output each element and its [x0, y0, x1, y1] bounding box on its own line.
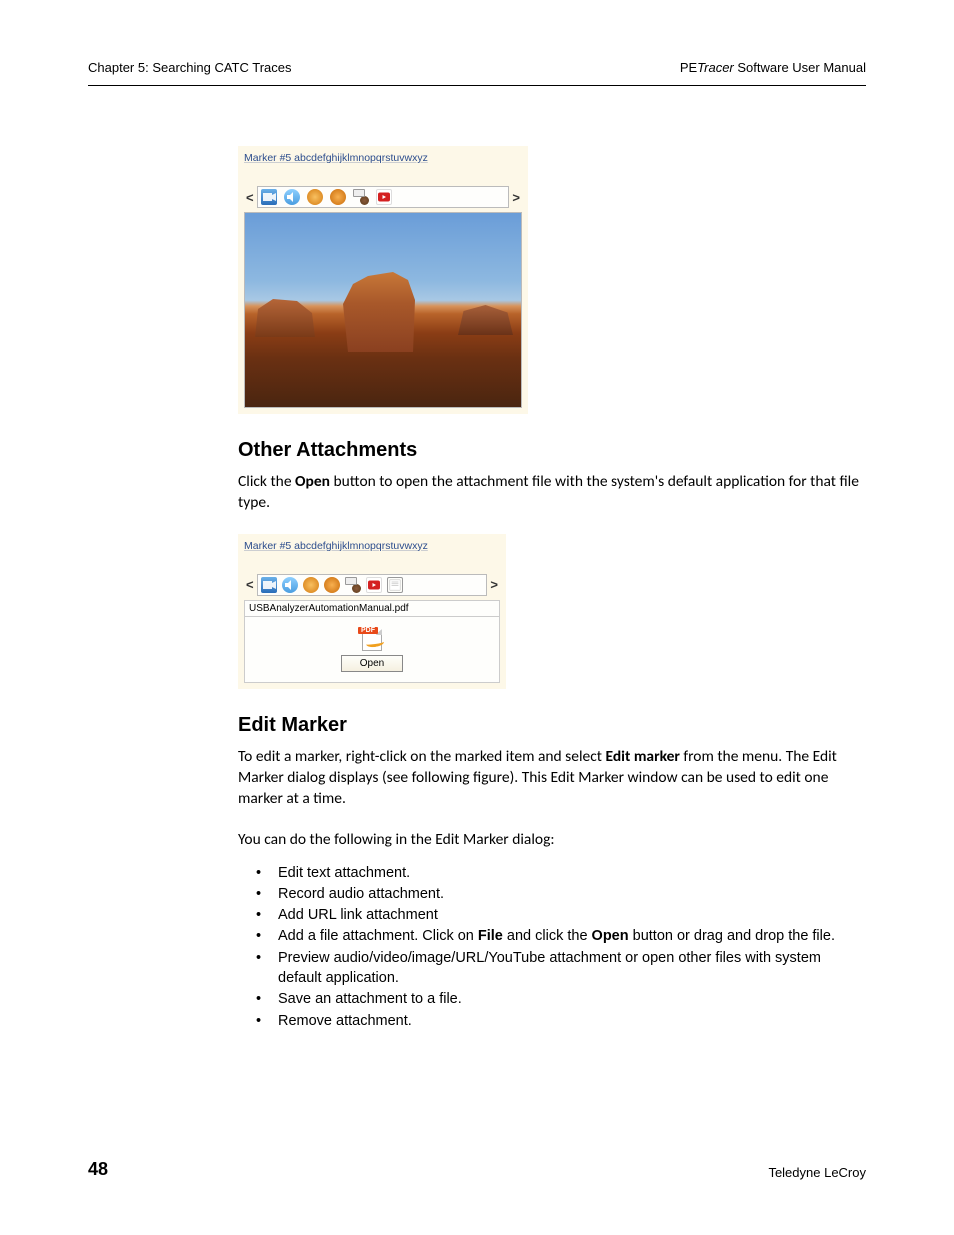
pdf-preview-block: PDF Open	[244, 617, 500, 683]
page-content: Marker #5 abcdefghijklmnopqrstuvwxyz < >	[88, 86, 866, 1031]
page-number: 48	[88, 1159, 108, 1180]
header-chapter: Chapter 5: Searching CATC Traces	[88, 60, 292, 75]
next-arrow[interactable]: >	[488, 577, 500, 592]
marker-title: Marker #5 abcdefghijklmnopqrstuvwxyz	[244, 540, 500, 552]
list-item: Save an attachment to a file.	[256, 989, 866, 1009]
figure-marker-image-preview: Marker #5 abcdefghijklmnopqrstuvwxyz < >	[238, 146, 528, 414]
marker-title: Marker #5 abcdefghijklmnopqrstuvwxyz	[244, 152, 522, 164]
figure-marker-pdf-preview: Marker #5 abcdefghijklmnopqrstuvwxyz <	[238, 534, 506, 689]
page-footer: 48 Teledyne LeCroy	[88, 1159, 866, 1180]
image-icon[interactable]	[353, 189, 369, 205]
attachment-toolbar: < >	[244, 574, 500, 596]
image-icon[interactable]	[345, 577, 361, 593]
audio-icon[interactable]	[284, 189, 300, 205]
footer-company: Teledyne LeCroy	[768, 1165, 866, 1180]
attachment-toolbar: < >	[244, 186, 522, 208]
edit-marker-paragraph-2: You can do the following in the Edit Mar…	[238, 830, 866, 851]
audio-icon[interactable]	[282, 577, 298, 593]
youtube-icon[interactable]	[376, 189, 392, 205]
icon-bar	[257, 574, 488, 596]
list-item: Record audio attachment.	[256, 884, 866, 904]
prev-arrow[interactable]: <	[244, 190, 256, 205]
list-item: Add a file attachment. Click on File and…	[256, 926, 866, 946]
list-item: Preview audio/video/image/URL/YouTube at…	[256, 948, 866, 989]
page-header: Chapter 5: Searching CATC Traces PETrace…	[88, 60, 866, 86]
file-icon[interactable]	[387, 577, 403, 593]
open-button[interactable]: Open	[341, 655, 403, 672]
list-item: Add URL link attachment	[256, 905, 866, 925]
icon-bar	[257, 186, 510, 208]
pdf-icon: PDF	[360, 625, 384, 647]
video-icon[interactable]	[261, 189, 277, 205]
next-arrow[interactable]: >	[510, 190, 522, 205]
prev-arrow[interactable]: <	[244, 577, 256, 592]
header-manual-title: PETracer Software User Manual	[680, 60, 866, 75]
globe-alt-icon[interactable]	[330, 189, 346, 205]
globe-alt-icon[interactable]	[324, 577, 340, 593]
video-icon[interactable]	[261, 577, 277, 593]
attachment-image-preview	[244, 212, 522, 408]
heading-edit-marker: Edit Marker	[238, 714, 866, 737]
edit-marker-paragraph-1: To edit a marker, right-click on the mar…	[238, 747, 866, 810]
youtube-icon[interactable]	[366, 577, 382, 593]
list-item: Edit text attachment.	[256, 863, 866, 883]
heading-other-attachments: Other Attachments	[238, 439, 866, 462]
edit-marker-list: Edit text attachment. Record audio attac…	[238, 863, 866, 1031]
globe-icon[interactable]	[303, 577, 319, 593]
attachment-filename: USBAnalyzerAutomationManual.pdf	[244, 600, 500, 617]
globe-icon[interactable]	[307, 189, 323, 205]
list-item: Remove attachment.	[256, 1011, 866, 1031]
other-attachments-paragraph: Click the Open button to open the attach…	[238, 472, 866, 514]
